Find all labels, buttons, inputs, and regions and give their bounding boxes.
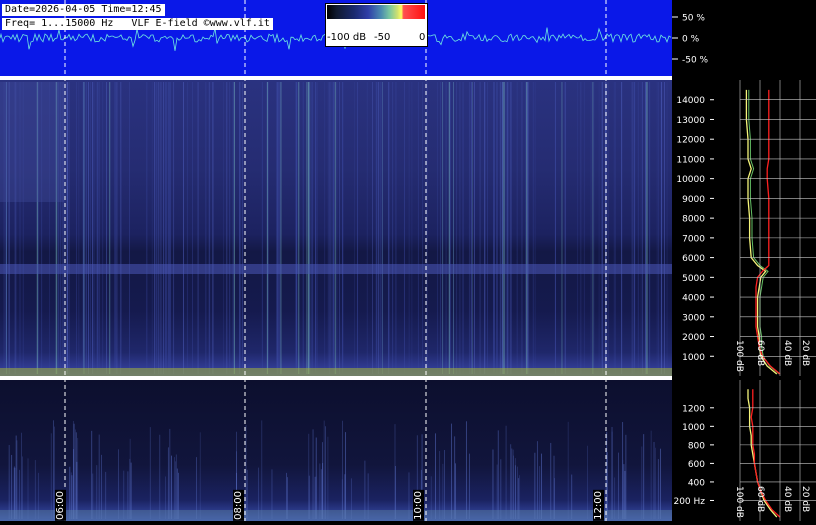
- spectrum-x-label: 60 dB: [755, 340, 765, 366]
- scale-label-max: 0: [419, 32, 426, 43]
- low-band-glow: [0, 368, 672, 376]
- low-freq-tick-label: 800: [688, 441, 705, 451]
- spectrum-x-label: 40 dB: [782, 340, 792, 366]
- freq-tick-label: 5000: [682, 274, 705, 284]
- low-spectrum-x-label: 100 dB: [734, 486, 744, 518]
- freq-tick-label: 13000: [676, 116, 705, 126]
- freq-tick-label: 3000: [682, 313, 705, 323]
- freq-tick-label: 11000: [676, 155, 705, 165]
- waveform-tick-label: -50 %: [682, 56, 709, 66]
- freq-tick-label: 10000: [676, 175, 705, 185]
- waveform-tick-label: 50 %: [682, 14, 705, 24]
- freq-tick-label: 14000: [676, 96, 705, 106]
- low-spectrum-x-label: 20 dB: [800, 486, 810, 512]
- early-noise-block: [0, 82, 64, 202]
- spectrum-x-label: 20 dB: [800, 340, 810, 366]
- freq-tick-label: 1000: [682, 353, 705, 363]
- low-freq-tick-label: 200 Hz: [673, 497, 705, 507]
- spectrogram-low-panel: [0, 380, 672, 521]
- spectrogram-svg: 50 %0 %-50 %1000200030004000500060007000…: [0, 0, 816, 521]
- scale-label-mid: -50: [374, 32, 391, 43]
- low-band-glow: [0, 510, 672, 521]
- waveform-tick-label: 0 %: [682, 35, 700, 45]
- time-tick-label: 10:00: [413, 490, 424, 521]
- color-scale-legend: -100 dB -50 0: [325, 3, 428, 47]
- spectrum-main-panel: [730, 80, 816, 378]
- frequency-title-label: Freq= 1...15000 Hz VLF E-field ©www.vlf.…: [2, 18, 273, 30]
- freq-tick-label: 6000: [682, 254, 705, 264]
- separator-top: [0, 76, 672, 80]
- time-tick-label: 08:00: [233, 490, 244, 521]
- time-tick-label: 06:00: [55, 490, 66, 521]
- color-scale-bar: [327, 5, 425, 19]
- spectrogram-main-panel: [0, 80, 672, 376]
- freq-tick-label: 9000: [682, 195, 705, 205]
- band-5khz: [0, 264, 672, 274]
- low-freq-tick-label: 400: [688, 478, 705, 488]
- low-freq-tick-label: 1000: [682, 423, 705, 433]
- low-spectrum-x-label: 40 dB: [782, 486, 792, 512]
- freq-tick-label: 7000: [682, 234, 705, 244]
- scale-label-min: -100 dB: [327, 32, 367, 43]
- time-tick-label: 12:00: [593, 490, 604, 521]
- date-time-label: Date=2026-04-05 Time=12:45: [2, 4, 165, 16]
- freq-tick-label: 2000: [682, 333, 705, 343]
- separator-mid: [0, 376, 672, 380]
- spectrum-x-label: 100 dB: [734, 340, 744, 372]
- vlf-spectrogram-display: 50 % 0 % -50 % 1000 2000 3000 4000 5000 6000 7000…: [0, 0, 816, 521]
- low-spectrum-x-label: 60 dB: [755, 486, 765, 512]
- freq-tick-label: 8000: [682, 215, 705, 225]
- low-freq-tick-label: 600: [688, 460, 705, 470]
- freq-tick-label: 12000: [676, 136, 705, 146]
- freq-tick-label: 4000: [682, 294, 705, 304]
- low-freq-tick-label: 1200: [682, 404, 705, 414]
